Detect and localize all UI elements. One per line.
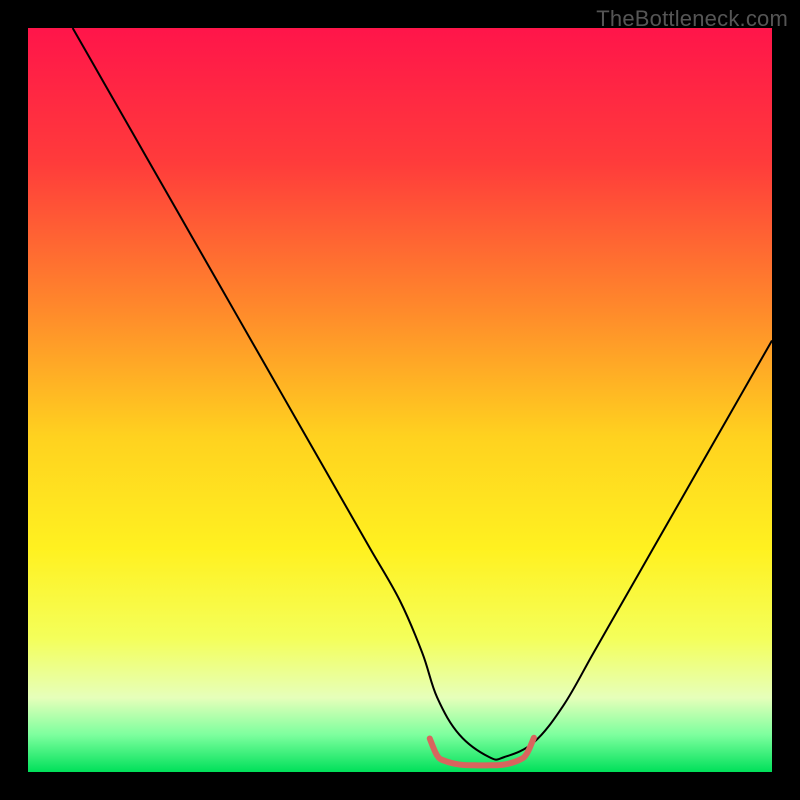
gradient-background bbox=[28, 28, 772, 772]
watermark-text: TheBottleneck.com bbox=[596, 6, 788, 32]
bottleneck-chart bbox=[28, 28, 772, 772]
chart-frame: TheBottleneck.com bbox=[0, 0, 800, 800]
